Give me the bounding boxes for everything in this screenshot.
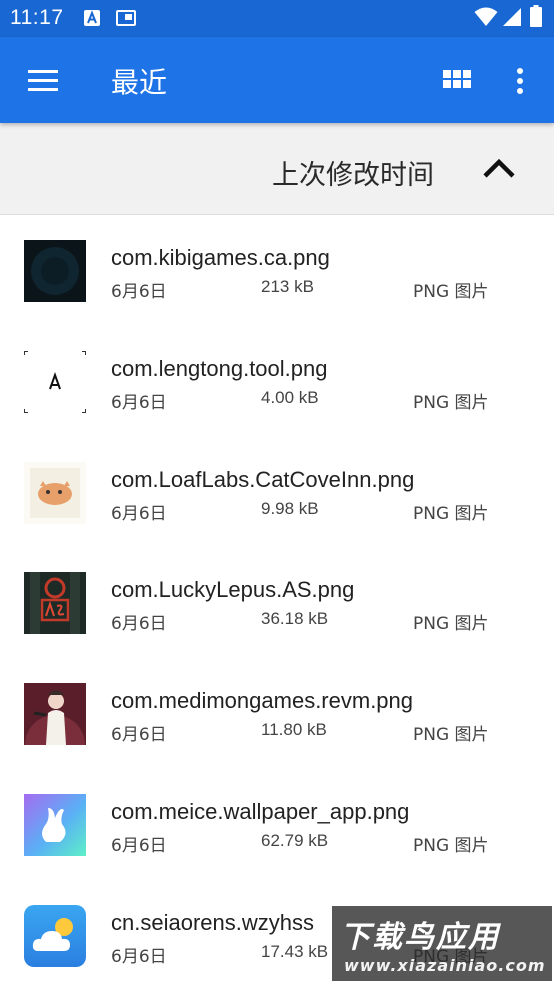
file-type: PNG 图片 (413, 725, 489, 746)
file-size: 11.80 kB (261, 720, 327, 740)
file-thumbnail (24, 240, 86, 302)
battery-icon (530, 5, 542, 31)
list-item[interactable]: com.kibigames.ca.png 6月6日 213 kB PNG 图片 (0, 215, 554, 326)
sort-label[interactable]: 上次修改时间 (272, 153, 434, 192)
file-thumbnail (24, 904, 86, 967)
status-time: 11:17 (10, 6, 64, 29)
file-type: PNG 图片 (413, 282, 489, 302)
file-name: com.lengtong.tool.png (111, 355, 328, 381)
more-vert-icon[interactable] (506, 61, 534, 101)
file-type: PNG 图片 (413, 614, 489, 635)
file-size: 4.00 kB (261, 387, 319, 407)
status-bar: 11:17 (0, 0, 554, 37)
file-thumbnail (24, 683, 86, 746)
grid-view-icon[interactable] (440, 65, 474, 95)
file-size: 9.98 kB (261, 498, 319, 518)
sort-bar: 上次修改时间 (0, 123, 554, 215)
file-name: com.LoafLabs.CatCoveInn.png (111, 466, 415, 492)
file-thumbnail (24, 793, 86, 856)
list-item[interactable]: com.LuckyLepus.AS.png 6月6日 36.18 kB PNG … (0, 547, 554, 658)
file-date: 6月6日 (111, 503, 167, 524)
file-size: 213 kB (261, 277, 314, 296)
page-title: 最近 (111, 66, 168, 99)
file-name: com.LuckyLepus.AS.png (111, 577, 355, 603)
chevron-up-icon[interactable] (478, 149, 520, 189)
file-date: 6月6日 (111, 835, 167, 856)
file-date: 6月6日 (111, 946, 167, 967)
file-type: PNG 图片 (413, 835, 489, 856)
signal-icon (502, 7, 522, 31)
list-item[interactable]: com.meice.wallpaper_app.png 6月6日 62.79 k… (0, 769, 554, 880)
list-item[interactable]: com.medimongames.revm.png 6月6日 11.80 kB … (0, 658, 554, 769)
file-type: PNG 图片 (413, 503, 489, 524)
a-notification-icon (83, 9, 101, 31)
list-item[interactable]: com.LoafLabs.CatCoveInn.png 6月6日 9.98 kB… (0, 437, 554, 548)
menu-icon[interactable] (20, 61, 60, 101)
file-thumbnail (24, 572, 86, 635)
file-date: 6月6日 (111, 392, 167, 413)
file-size: 36.18 kB (261, 609, 329, 629)
screenshot-icon (116, 9, 136, 31)
file-name: com.kibigames.ca.png (111, 245, 330, 270)
watermark: 下载鸟应用 www.xiazainiao.com (332, 906, 552, 981)
file-list: com.kibigames.ca.png 6月6日 213 kB PNG 图片 … (0, 215, 554, 984)
watermark-url: www.xiazainiao.com (344, 956, 546, 975)
file-date: 6月6日 (111, 614, 167, 635)
app-bar: 最近 (0, 37, 554, 123)
watermark-title: 下载鸟应用 (340, 920, 500, 955)
file-size: 62.79 kB (261, 830, 329, 850)
file-name: com.medimongames.revm.png (111, 688, 414, 714)
file-type: PNG 图片 (413, 392, 489, 413)
file-date: 6月6日 (111, 282, 167, 302)
wifi-icon (474, 7, 498, 31)
file-size: 17.43 kB (261, 941, 329, 961)
file-name: com.meice.wallpaper_app.png (111, 798, 410, 824)
file-thumbnail (24, 461, 86, 524)
file-name: cn.seiaorens.wzyhss (111, 909, 314, 935)
file-date: 6月6日 (111, 725, 167, 746)
list-item[interactable]: com.lengtong.tool.png 6月6日 4.00 kB PNG 图… (0, 326, 554, 437)
file-thumbnail (24, 350, 86, 413)
